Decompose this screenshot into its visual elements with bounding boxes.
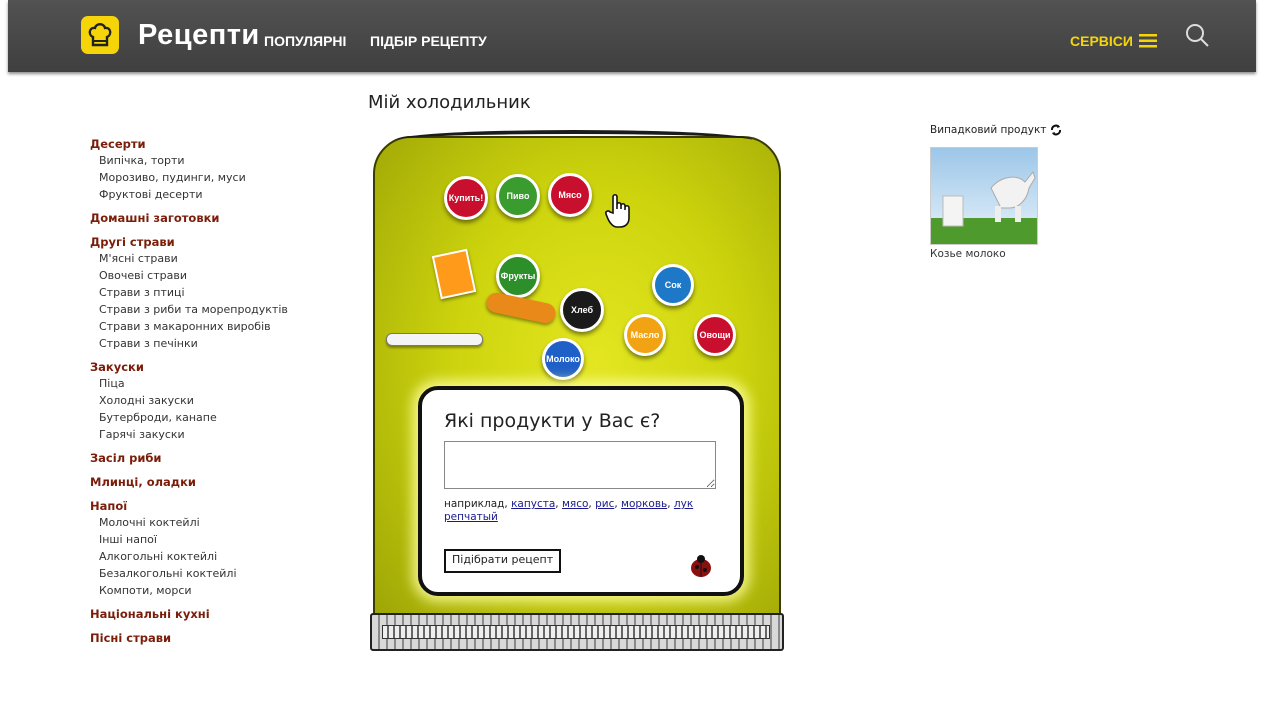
fridge-vent xyxy=(382,625,770,639)
ingredients-input[interactable] xyxy=(444,441,716,489)
refresh-icon[interactable] xyxy=(1050,124,1062,136)
sidebar-subcategory[interactable]: Морозиво, пудинги, муси xyxy=(99,171,330,184)
sidebar-subcategory[interactable]: Випічка, торти xyxy=(99,154,330,167)
random-product-image[interactable] xyxy=(930,147,1038,245)
magnet-butter[interactable]: Масло xyxy=(624,314,666,356)
example-hint: наприклад, капуста, мясо, рис, морковь, … xyxy=(444,498,694,523)
sidebar-category[interactable]: Домашні заготовки xyxy=(90,211,330,225)
sidebar-subcategory[interactable]: Фруктові десерти xyxy=(99,188,330,201)
fridge-base-grille xyxy=(370,613,784,651)
sidebar-subcategory[interactable]: Бутерброди, канапе xyxy=(99,411,330,424)
page-title: Мій холодильник xyxy=(368,92,531,113)
sidebar-subcategory[interactable]: М'ясні страви xyxy=(99,252,330,265)
sidebar-subcategory[interactable]: Піца xyxy=(99,377,330,390)
sidebar-subcategory[interactable]: Овочеві страви xyxy=(99,269,330,282)
sidebar-category[interactable]: Засіл риби xyxy=(90,451,330,465)
ingredients-panel: Які продукти у Вас є? наприклад, капуста… xyxy=(418,386,744,596)
sidebar-subcategory[interactable]: Інші напої xyxy=(99,533,330,546)
nav-recipe-picker[interactable]: ПІДБІР РЕЦЕПТУ xyxy=(370,33,487,49)
fridge-handle xyxy=(386,333,483,346)
sidebar-subcategory[interactable]: Страви з риби та морепродуктів xyxy=(99,303,330,316)
sidebar-category[interactable]: Національні кухні xyxy=(90,607,330,621)
search-icon[interactable] xyxy=(1184,22,1210,52)
pick-recipe-button[interactable]: Підібрати рецепт xyxy=(444,549,562,573)
random-product-name[interactable]: Козье молоко xyxy=(930,248,1006,260)
hint-link-carrot[interactable]: морковь xyxy=(621,498,667,510)
hint-prefix: наприклад, xyxy=(444,498,508,510)
sidebar-subcategory[interactable]: Холодні закуски xyxy=(99,394,330,407)
magnet-fruits[interactable]: Фрукты xyxy=(496,254,540,298)
hint-link-cabbage[interactable]: капуста xyxy=(511,498,555,510)
services-label: СЕРВІСИ xyxy=(1070,33,1133,49)
hamburger-icon xyxy=(1138,34,1157,48)
sidebar-category[interactable]: Закуски xyxy=(90,360,330,374)
sidebar-subcategory[interactable]: Компоти, морси xyxy=(99,584,330,597)
category-sidebar: Десерти Випічка, торти Морозиво, пудинги, … xyxy=(90,137,330,648)
ingredients-textarea[interactable] xyxy=(445,442,715,488)
magnet-vegetables[interactable]: Овощи xyxy=(694,314,736,356)
nav-popular[interactable]: ПОПУЛЯРНІ xyxy=(264,33,346,49)
hand-pointer-icon xyxy=(604,193,634,233)
sidebar-category[interactable]: Десерти xyxy=(90,137,330,151)
header-bar: Рецепти ПОПУЛЯРНІ ПІДБІР РЕЦЕПТУ СЕРВІСИ xyxy=(8,0,1256,72)
hint-link-meat[interactable]: мясо xyxy=(562,498,588,510)
sidebar-subcategory[interactable]: Страви з макаронних виробів xyxy=(99,320,330,333)
sidebar-subcategory[interactable]: Гарячі закуски xyxy=(99,428,330,441)
sidebar-subcategory[interactable]: Молочні коктейлі xyxy=(99,516,330,529)
magnet-bread[interactable]: Хлеб xyxy=(560,288,604,332)
sidebar-subcategory[interactable]: Страви з печінки xyxy=(99,337,330,350)
sidebar-subcategory[interactable]: Безалкогольні коктейлі xyxy=(99,567,330,580)
site-logo[interactable]: Рецепти xyxy=(138,19,260,52)
sidebar-subcategory[interactable]: Алкогольні коктейлі xyxy=(99,550,330,563)
magnet-meat[interactable]: Мясо xyxy=(548,173,592,217)
sidebar-category[interactable]: Млинці, оладки xyxy=(90,475,330,489)
sidebar-subcategory[interactable]: Страви з птиці xyxy=(99,286,330,299)
sidebar-category[interactable]: Напої xyxy=(90,499,330,513)
magnet-juice[interactable]: Сок xyxy=(652,264,694,306)
random-product-header: Випадковий продукт xyxy=(930,124,1062,136)
magnet-beer[interactable]: Пиво xyxy=(496,174,540,218)
panel-question: Які продукти у Вас є? xyxy=(444,410,661,432)
hint-link-rice[interactable]: рис xyxy=(595,498,614,510)
services-menu-button[interactable]: СЕРВІСИ xyxy=(1070,33,1157,49)
fridge-top-edge xyxy=(396,130,752,150)
magnet-buy[interactable]: Купить! xyxy=(444,176,488,220)
random-product-title: Випадковий продукт xyxy=(930,124,1047,136)
ladybug-icon xyxy=(686,553,716,583)
magnet-milk[interactable]: Молоко xyxy=(542,338,584,380)
fridge: Купить! Пиво Мясо Фрукты Хлеб Сок Масло … xyxy=(368,126,784,656)
sidebar-category[interactable]: Пісні страви xyxy=(90,631,330,645)
chef-hat-icon[interactable] xyxy=(81,16,119,54)
sidebar-category[interactable]: Другі страви xyxy=(90,235,330,249)
